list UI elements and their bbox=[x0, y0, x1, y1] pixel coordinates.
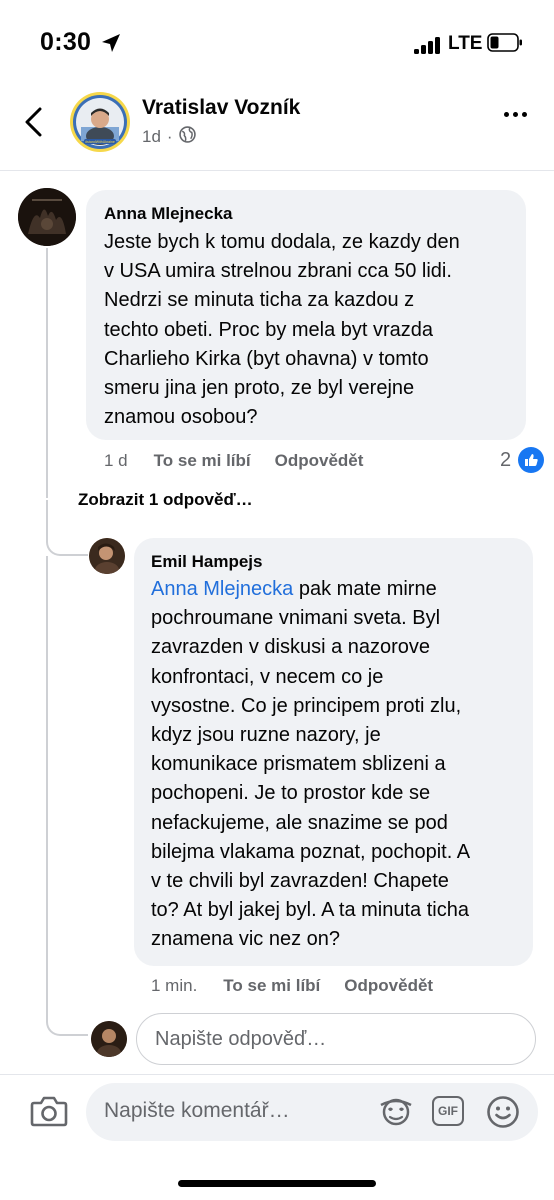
thread-line bbox=[46, 248, 48, 498]
more-options-button[interactable] bbox=[504, 112, 527, 117]
reply-input[interactable]: Napište odpověď… bbox=[136, 1013, 536, 1065]
mention-link[interactable]: Anna Mlejnecka bbox=[151, 578, 293, 600]
reply-time: 1 min. bbox=[151, 976, 198, 995]
gif-icon[interactable]: GIF bbox=[432, 1096, 464, 1126]
sticker-icon[interactable] bbox=[378, 1095, 414, 1132]
comment-text: Jeste bych k tomu dodala, ze kazdy den v… bbox=[104, 231, 460, 429]
reply-like-button[interactable]: To se mi líbí bbox=[223, 976, 320, 996]
like-icon[interactable] bbox=[518, 447, 544, 473]
reply-text: Anna Mlejnecka pak mate mirne pochrouman… bbox=[151, 575, 521, 955]
back-button[interactable] bbox=[22, 106, 46, 143]
reply-reply-button[interactable]: Odpovědět bbox=[344, 976, 433, 996]
camera-icon[interactable] bbox=[30, 1094, 68, 1133]
comment-author[interactable]: Anna Mlejnecka bbox=[104, 204, 233, 224]
svg-text:#standWithUkraine: #standWithUkraine bbox=[85, 140, 115, 144]
battery-icon bbox=[487, 33, 523, 52]
network-type: LTE bbox=[448, 33, 483, 54]
reply-bubble: Emil Hampejs Anna Mlejnecka pak mate mir… bbox=[134, 538, 533, 966]
post-author-name[interactable]: Vratislav Vozník bbox=[142, 96, 300, 120]
status-time: 0:30 bbox=[40, 28, 92, 56]
comment-bubble: Anna Mlejnecka Jeste bych k tomu dodala,… bbox=[86, 190, 526, 440]
reply-body: pak mate mirne pochroumane vnimani sveta… bbox=[151, 578, 471, 951]
comment-actions: 1 d To se mi líbí Odpovědět bbox=[104, 451, 363, 471]
reply-author[interactable]: Emil Hampejs bbox=[151, 552, 263, 572]
show-replies-link[interactable]: Zobrazit 1 odpověď… bbox=[78, 490, 253, 510]
reaction-count[interactable]: 2 bbox=[500, 449, 511, 472]
location-arrow-icon bbox=[100, 32, 122, 59]
reply-input-placeholder: Napište odpověď… bbox=[155, 1027, 327, 1050]
author-avatar[interactable]: #standWithUkraine bbox=[70, 92, 130, 152]
header-divider bbox=[0, 170, 554, 171]
thread-line bbox=[46, 556, 48, 1006]
bottom-divider bbox=[0, 1074, 554, 1075]
post-meta: 1d · bbox=[142, 126, 196, 148]
meta-separator: · bbox=[166, 127, 173, 146]
home-indicator[interactable] bbox=[178, 1180, 376, 1187]
globe-icon bbox=[178, 126, 196, 148]
current-user-avatar bbox=[91, 1021, 127, 1057]
reply-actions: 1 min. To se mi líbí Odpovědět bbox=[151, 976, 433, 996]
reply-button[interactable]: Odpovědět bbox=[275, 451, 364, 471]
reply-author-avatar[interactable] bbox=[89, 538, 125, 574]
comment-input-placeholder: Napište komentář… bbox=[104, 1099, 290, 1122]
commenter-avatar[interactable] bbox=[18, 188, 76, 246]
like-button[interactable]: To se mi líbí bbox=[154, 451, 251, 471]
thread-branch bbox=[46, 1000, 88, 1036]
emoji-icon[interactable] bbox=[486, 1095, 520, 1134]
cellular-signal-icon bbox=[414, 36, 440, 54]
comment-time: 1 d bbox=[104, 451, 128, 470]
post-time: 1d bbox=[142, 127, 161, 146]
